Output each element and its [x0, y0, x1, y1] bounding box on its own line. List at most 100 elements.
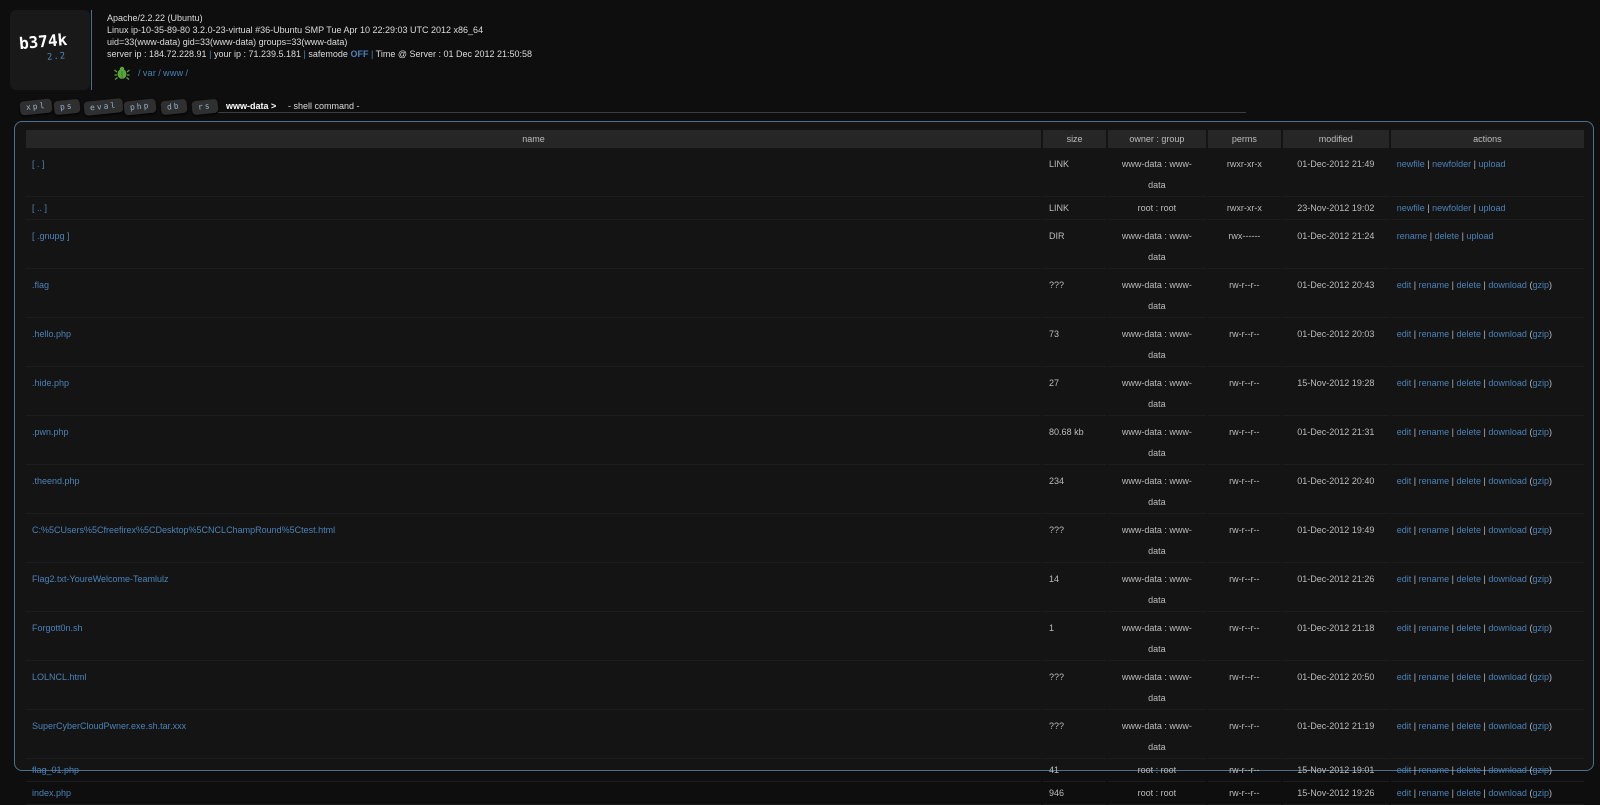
- file-link[interactable]: SuperCyberCloudPwner.exe.sh.tar.xxx: [32, 721, 186, 731]
- tab-xpl[interactable]: xpl: [19, 98, 54, 116]
- gzip-link[interactable]: gzip: [1532, 765, 1549, 775]
- cell-owner[interactable]: root : root: [1108, 782, 1206, 805]
- download-link[interactable]: download: [1488, 623, 1527, 633]
- cell-owner[interactable]: www-data : www-data: [1108, 148, 1206, 197]
- cell-perms[interactable]: rw-r--r--: [1207, 710, 1281, 759]
- cell-modified[interactable]: 01-Dec-2012 20:03: [1282, 318, 1389, 367]
- delete-link[interactable]: delete: [1456, 623, 1481, 633]
- rename-link[interactable]: rename: [1419, 427, 1450, 437]
- cell-perms[interactable]: rwxr-xr-x: [1207, 148, 1281, 197]
- cell-modified[interactable]: 01-Dec-2012 21:26: [1282, 563, 1389, 612]
- rename-link[interactable]: rename: [1419, 525, 1450, 535]
- tab-ps[interactable]: ps: [53, 98, 81, 116]
- edit-link[interactable]: edit: [1397, 476, 1412, 486]
- edit-link[interactable]: edit: [1397, 378, 1412, 388]
- path-separator[interactable]: /: [158, 68, 161, 78]
- cell-perms[interactable]: rwxr-xr-x: [1207, 197, 1281, 220]
- rename-link[interactable]: rename: [1419, 765, 1450, 775]
- cell-perms[interactable]: rwx------: [1207, 220, 1281, 269]
- shell-command-input[interactable]: - shell command -: [288, 101, 360, 111]
- cell-perms[interactable]: rw-r--r--: [1207, 269, 1281, 318]
- cell-modified[interactable]: 01-Dec-2012 19:49: [1282, 514, 1389, 563]
- edit-link[interactable]: edit: [1397, 721, 1412, 731]
- edit-link[interactable]: edit: [1397, 574, 1412, 584]
- file-link[interactable]: [ .. ]: [32, 203, 47, 213]
- file-link[interactable]: [ . ]: [32, 159, 45, 169]
- path-segment-var[interactable]: var: [143, 68, 156, 78]
- delete-link[interactable]: delete: [1456, 765, 1481, 775]
- rename-link[interactable]: rename: [1419, 280, 1450, 290]
- gzip-link[interactable]: gzip: [1532, 329, 1549, 339]
- edit-link[interactable]: edit: [1397, 623, 1412, 633]
- tab-db[interactable]: db: [160, 98, 188, 116]
- cell-perms[interactable]: rw-r--r--: [1207, 782, 1281, 805]
- download-link[interactable]: download: [1488, 280, 1527, 290]
- download-link[interactable]: download: [1488, 476, 1527, 486]
- gzip-link[interactable]: gzip: [1532, 427, 1549, 437]
- cell-perms[interactable]: rw-r--r--: [1207, 514, 1281, 563]
- file-link[interactable]: Flag2.txt-YoureWelcome-Teamlulz: [32, 574, 169, 584]
- file-link[interactable]: .theend.php: [32, 476, 80, 486]
- cell-owner[interactable]: www-data : www-data: [1108, 269, 1206, 318]
- cell-modified[interactable]: 23-Nov-2012 19:02: [1282, 197, 1389, 220]
- cell-owner[interactable]: www-data : www-data: [1108, 612, 1206, 661]
- cell-modified[interactable]: 01-Dec-2012 20:43: [1282, 269, 1389, 318]
- header-owner[interactable]: owner : group: [1108, 130, 1206, 148]
- download-link[interactable]: download: [1488, 672, 1527, 682]
- download-link[interactable]: download: [1488, 378, 1527, 388]
- rename-link[interactable]: rename: [1419, 672, 1450, 682]
- cell-owner[interactable]: www-data : www-data: [1108, 416, 1206, 465]
- delete-link[interactable]: delete: [1456, 574, 1481, 584]
- cell-modified[interactable]: 15-Nov-2012 19:26: [1282, 782, 1389, 805]
- delete-link[interactable]: delete: [1456, 525, 1481, 535]
- cell-perms[interactable]: rw-r--r--: [1207, 318, 1281, 367]
- upload-link[interactable]: upload: [1467, 231, 1494, 241]
- rename-link[interactable]: rename: [1419, 378, 1450, 388]
- cell-modified[interactable]: 01-Dec-2012 20:40: [1282, 465, 1389, 514]
- cell-modified[interactable]: 01-Dec-2012 21:49: [1282, 148, 1389, 197]
- upload-link[interactable]: upload: [1479, 203, 1506, 213]
- delete-link[interactable]: delete: [1456, 672, 1481, 682]
- download-link[interactable]: download: [1488, 427, 1527, 437]
- logo[interactable]: b374k 2.2: [10, 10, 90, 90]
- cell-perms[interactable]: rw-r--r--: [1207, 759, 1281, 782]
- cell-modified[interactable]: 01-Dec-2012 20:50: [1282, 661, 1389, 710]
- delete-link[interactable]: delete: [1435, 231, 1460, 241]
- upload-link[interactable]: upload: [1479, 159, 1506, 169]
- tab-eval[interactable]: eval: [83, 97, 124, 117]
- newfolder-link[interactable]: newfolder: [1432, 159, 1471, 169]
- newfile-link[interactable]: newfile: [1397, 159, 1425, 169]
- download-link[interactable]: download: [1488, 721, 1527, 731]
- file-link[interactable]: flag_01.php: [32, 765, 79, 775]
- newfolder-link[interactable]: newfolder: [1432, 203, 1471, 213]
- cell-modified[interactable]: 01-Dec-2012 21:19: [1282, 710, 1389, 759]
- rename-link[interactable]: rename: [1419, 623, 1450, 633]
- rename-link[interactable]: rename: [1397, 231, 1428, 241]
- cell-modified[interactable]: 01-Dec-2012 21:24: [1282, 220, 1389, 269]
- path-root[interactable]: /: [138, 68, 141, 78]
- download-link[interactable]: download: [1488, 788, 1527, 798]
- cell-owner[interactable]: www-data : www-data: [1108, 465, 1206, 514]
- gzip-link[interactable]: gzip: [1532, 672, 1549, 682]
- gzip-link[interactable]: gzip: [1532, 378, 1549, 388]
- delete-link[interactable]: delete: [1456, 280, 1481, 290]
- cell-owner[interactable]: root : root: [1108, 197, 1206, 220]
- bug-icon[interactable]: [114, 66, 130, 80]
- download-link[interactable]: download: [1488, 329, 1527, 339]
- file-link[interactable]: LOLNCL.html: [32, 672, 87, 682]
- cell-owner[interactable]: root : root: [1108, 759, 1206, 782]
- file-link[interactable]: .pwn.php: [32, 427, 69, 437]
- edit-link[interactable]: edit: [1397, 329, 1412, 339]
- cell-modified[interactable]: 15-Nov-2012 19:28: [1282, 367, 1389, 416]
- rename-link[interactable]: rename: [1419, 329, 1450, 339]
- cell-owner[interactable]: www-data : www-data: [1108, 514, 1206, 563]
- delete-link[interactable]: delete: [1456, 721, 1481, 731]
- download-link[interactable]: download: [1488, 525, 1527, 535]
- file-link[interactable]: index.php: [32, 788, 71, 798]
- cell-perms[interactable]: rw-r--r--: [1207, 465, 1281, 514]
- gzip-link[interactable]: gzip: [1532, 788, 1549, 798]
- gzip-link[interactable]: gzip: [1532, 623, 1549, 633]
- cell-perms[interactable]: rw-r--r--: [1207, 416, 1281, 465]
- cell-owner[interactable]: www-data : www-data: [1108, 563, 1206, 612]
- file-link[interactable]: .hello.php: [32, 329, 71, 339]
